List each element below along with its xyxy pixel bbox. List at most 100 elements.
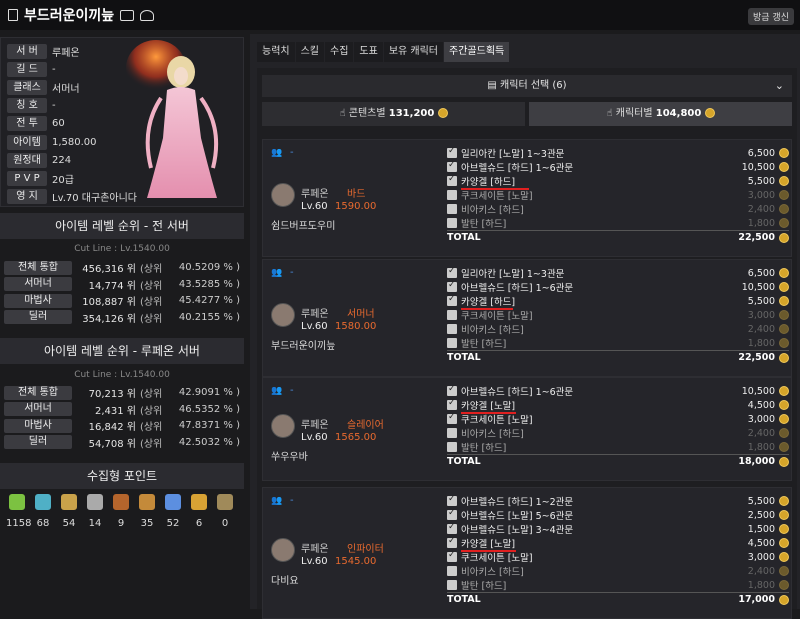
id-card-icon[interactable] [120, 9, 135, 21]
raid-row[interactable]: 아브렐슈드 [하드] 1~6관문 10,500 [447, 280, 789, 294]
raid-row[interactable]: 발탄 [하드] 1,800 [447, 216, 789, 230]
collection-item[interactable]: 54 [58, 494, 80, 529]
raid-checkbox[interactable] [447, 384, 457, 396]
raid-checkbox[interactable] [447, 338, 457, 348]
tab-4[interactable]: 보유 캐릭터 [383, 42, 444, 62]
raid-checkbox[interactable] [447, 280, 457, 292]
rank-category: 마법사 [4, 418, 72, 433]
raid-row[interactable]: 일리아칸 [노말] 1~3관문 6,500 [447, 266, 789, 280]
raid-gold: 10,500 [741, 161, 775, 173]
profile-row: 서 버 루페온 [7, 43, 80, 59]
raid-row[interactable]: 발탄 [하드] 1,800 [447, 578, 789, 592]
tab-2[interactable]: 수집 [325, 42, 354, 62]
raid-gold: 5,500 [747, 175, 775, 187]
raid-checkbox[interactable] [447, 190, 457, 200]
raid-checkbox[interactable] [447, 412, 457, 424]
collection-item[interactable]: 6 [188, 494, 210, 529]
raid-row[interactable]: 비아키스 [하드] 2,400 [447, 564, 789, 578]
raid-name: 쿠크세이튼 [노말] [461, 191, 533, 202]
content-total-button[interactable]: ☝ 콘텐츠별 131,200 [262, 102, 525, 126]
collection-value: 68 [36, 518, 50, 529]
card-item-level: 1565.00 [335, 432, 377, 443]
rank-row: 전체 통합 70,213 위 (상위 42.9091 % ) [4, 385, 240, 400]
raid-row[interactable]: 비아키스 [하드] 2,400 [447, 202, 789, 216]
raid-row[interactable]: 아브렐슈드 [하드] 1~2관문 5,500 [447, 494, 789, 508]
raid-row[interactable]: 카양겔 [하드] 5,500 [447, 174, 789, 190]
gold-coin-icon [779, 282, 789, 292]
raid-row[interactable]: 쿠크세이튼 [노말] 3,000 [447, 412, 789, 426]
raid-checkbox[interactable] [447, 310, 457, 320]
raid-checkbox[interactable] [447, 294, 457, 306]
raid-checkbox[interactable] [447, 522, 457, 534]
scale-icon[interactable] [140, 9, 155, 21]
character-select-dropdown[interactable]: ▤ 캐릭터 선택 (6) ⌄ [262, 75, 792, 97]
raid-row[interactable]: 카양겔 [하드] 5,500 [447, 294, 789, 310]
raid-checkbox[interactable] [447, 580, 457, 590]
collection-item[interactable]: 0 [214, 494, 236, 529]
raid-checkbox[interactable] [447, 566, 457, 576]
raid-name: 발탄 [하드] [461, 443, 507, 454]
raid-name: 아브렐슈드 [하드] 1~6관문 [461, 163, 574, 174]
rank-value: 354,126 위 [82, 313, 136, 325]
raid-checkbox[interactable] [447, 218, 457, 228]
raid-checkbox[interactable] [447, 204, 457, 214]
collection-item[interactable]: 9 [110, 494, 132, 529]
card-item-level: 1590.00 [335, 201, 377, 212]
app-header: 부드러운이끼늪 방금 갱신 [0, 0, 800, 30]
raid-name: 쿠크세이튼 [노말] [461, 311, 533, 322]
raid-checkbox[interactable] [447, 494, 457, 506]
content-total-label: 콘텐츠별 [348, 108, 386, 119]
raid-checkbox[interactable] [447, 550, 457, 562]
raid-checkbox[interactable] [447, 398, 457, 410]
collection-item[interactable]: 1158 [6, 494, 31, 529]
collection-item[interactable]: 68 [32, 494, 54, 529]
raid-row[interactable]: 쿠크세이튼 [노말] 3,000 [447, 188, 789, 202]
rank-upper-label: (상위 [140, 422, 163, 433]
raid-gold: 2,400 [747, 427, 775, 439]
raid-row[interactable]: 일리아칸 [노말] 1~3관문 6,500 [447, 146, 789, 160]
raid-checkbox[interactable] [447, 174, 457, 186]
raid-row[interactable]: 아브렐슈드 [하드] 1~6관문 10,500 [447, 384, 789, 398]
raid-row[interactable]: 발탄 [하드] 1,800 [447, 336, 789, 350]
character-name: 부드러운이끼늪 [24, 8, 115, 24]
rank-percent: 46.5352 % ) [178, 403, 240, 415]
raid-row[interactable]: 비아키스 [하드] 2,400 [447, 322, 789, 336]
raid-checkbox[interactable] [447, 266, 457, 278]
rank-all-title: 아이템 레벨 순위 - 전 서버 [0, 213, 244, 239]
total-gold: 22,500 [738, 232, 775, 243]
character-total-button[interactable]: ☝ 캐릭터별 104,800 [529, 102, 792, 126]
raid-checkbox[interactable] [447, 508, 457, 520]
tab-1[interactable]: 스킬 [295, 42, 325, 62]
raid-row[interactable]: 아브렐슈드 [노말] 5~6관문 2,500 [447, 508, 789, 522]
raid-checkbox[interactable] [447, 442, 457, 452]
raid-checkbox[interactable] [447, 428, 457, 438]
raid-gold: 3,000 [747, 309, 775, 321]
collection-item[interactable]: 52 [162, 494, 184, 529]
raid-row[interactable]: 쿠크세이튼 [노말] 3,000 [447, 550, 789, 564]
weekly-gold-content: ▤ 캐릭터 선택 (6) ⌄ ☝ 콘텐츠별 131,200 ☝ 캐릭터별 104… [257, 68, 797, 619]
raid-checkbox[interactable] [447, 324, 457, 334]
raid-row[interactable]: 아브렐슈드 [노말] 3~4관문 1,500 [447, 522, 789, 536]
tab-3[interactable]: 도표 [354, 42, 383, 62]
raid-row[interactable]: 카양겔 [노말] 4,500 [447, 398, 789, 414]
party-label: - [290, 147, 294, 158]
bookmark-icon[interactable] [8, 9, 18, 21]
raid-checkbox[interactable] [447, 536, 457, 548]
tab-0[interactable]: 능력치 [257, 42, 295, 62]
refresh-button[interactable]: 방금 갱신 [748, 8, 794, 25]
profile-key: 서 버 [7, 43, 47, 59]
rank-category: 마법사 [4, 293, 72, 308]
collection-item[interactable]: 35 [136, 494, 158, 529]
profile-row: 원정대 224 [7, 152, 71, 168]
raid-row[interactable]: 아브렐슈드 [하드] 1~6관문 10,500 [447, 160, 789, 174]
raid-row[interactable]: 발탄 [하드] 1,800 [447, 440, 789, 454]
raid-row[interactable]: 비아키스 [하드] 2,400 [447, 426, 789, 440]
raid-row[interactable]: 쿠크세이튼 [노말] 3,000 [447, 308, 789, 322]
gold-coin-icon [704, 108, 715, 118]
raid-gold: 2,400 [747, 203, 775, 215]
raid-checkbox[interactable] [447, 160, 457, 172]
tab-5[interactable]: 주간골드획득 [444, 42, 510, 62]
collection-item[interactable]: 14 [84, 494, 106, 529]
raid-checkbox[interactable] [447, 146, 457, 158]
raid-row[interactable]: 카양겔 [노말] 4,500 [447, 536, 789, 552]
